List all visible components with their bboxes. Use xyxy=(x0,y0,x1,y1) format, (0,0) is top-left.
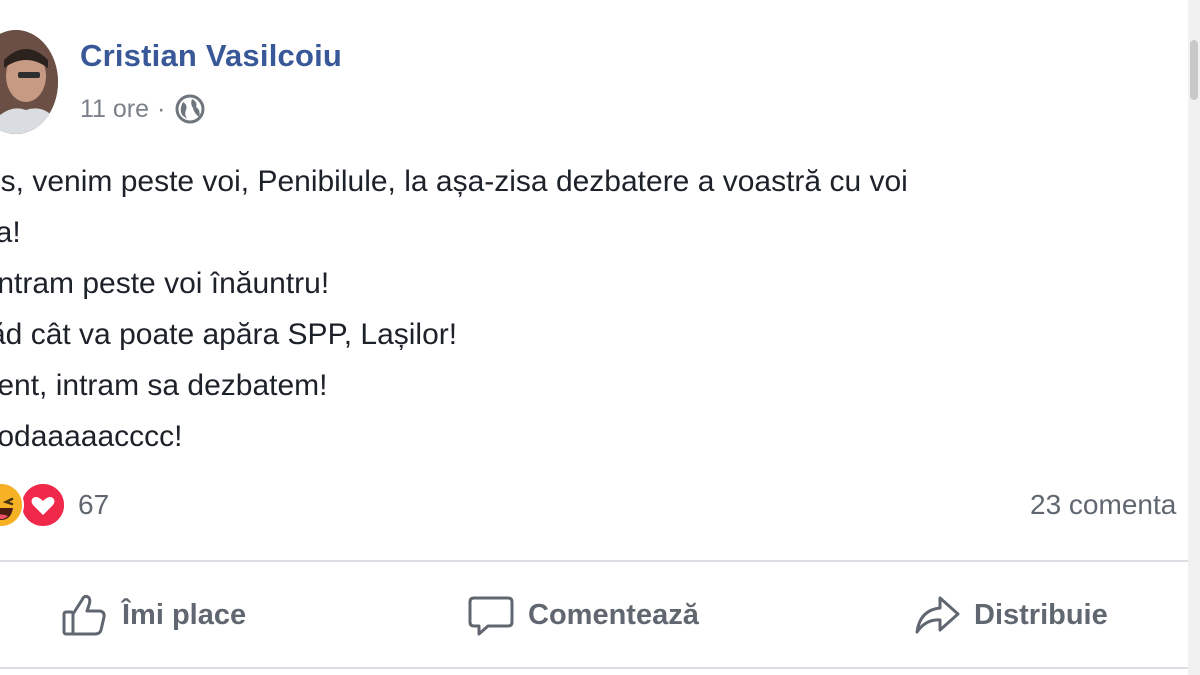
post-text-line: iva! xyxy=(0,216,21,249)
globe-icon[interactable] xyxy=(174,93,206,125)
thumbs-up-icon xyxy=(60,590,110,640)
post-text: res, venim peste voi, Penibilule, la așa… xyxy=(0,156,1194,462)
comments-count[interactable]: 23 comenta xyxy=(1030,489,1176,521)
reactions-summary[interactable]: 67 xyxy=(0,482,109,528)
like-label: Îmi place xyxy=(122,598,247,631)
haha-icon xyxy=(0,482,24,528)
comment-label: Comentează xyxy=(528,598,699,631)
share-icon xyxy=(912,590,962,640)
scrollbar-thumb[interactable] xyxy=(1190,40,1198,100)
facebook-post: Cristian Vasilcoiu 11 ore · res, venim p… xyxy=(0,0,1200,675)
meta-separator: · xyxy=(157,94,166,123)
comment-icon xyxy=(466,590,516,640)
post-text-line: văd cât va poate apăra SPP, Lașilor! xyxy=(0,318,458,351)
share-button[interactable]: Distribuie xyxy=(912,588,1108,642)
share-label: Distribuie xyxy=(974,598,1108,631)
divider xyxy=(0,560,1188,562)
scrollbar[interactable] xyxy=(1188,0,1200,675)
post-time[interactable]: 11 ore xyxy=(80,95,149,124)
author-name[interactable]: Cristian Vasilcoiu xyxy=(80,38,342,74)
post-text-line: , intram peste voi înăuntru! xyxy=(0,267,330,300)
comment-button[interactable]: Comentează xyxy=(466,588,699,642)
author-avatar[interactable] xyxy=(0,30,58,134)
post-text-line: tcodaaaaacccc! xyxy=(0,420,183,453)
divider xyxy=(0,667,1188,669)
post-text-line: ident, intram sa dezbatem! xyxy=(0,369,328,402)
like-button[interactable]: Îmi place xyxy=(60,588,246,642)
post-meta: 11 ore · xyxy=(80,93,206,125)
reaction-count[interactable]: 67 xyxy=(78,489,109,521)
post-text-line: res, venim peste voi, Penibilule, la așa… xyxy=(0,165,908,198)
love-icon xyxy=(20,482,66,528)
